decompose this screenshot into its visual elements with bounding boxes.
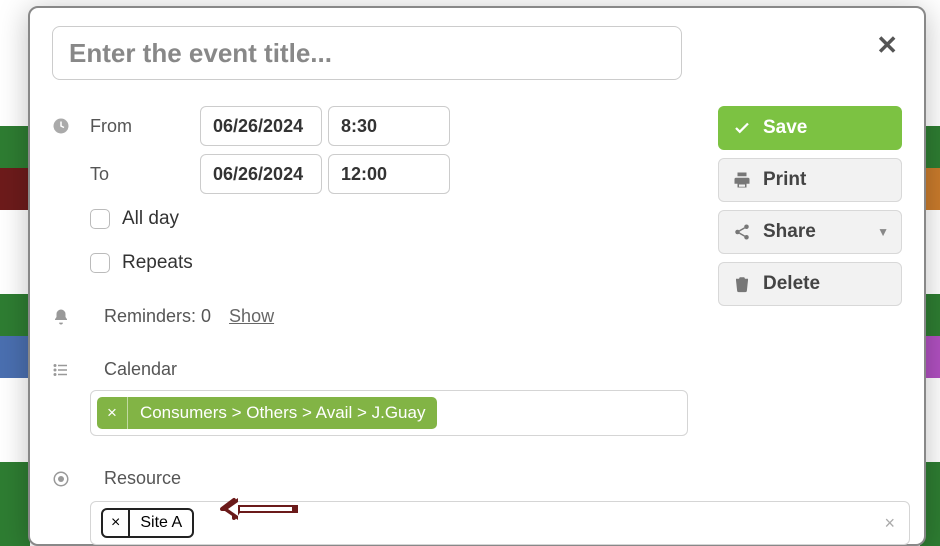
calendar-label: Calendar xyxy=(104,359,177,380)
from-time-input[interactable] xyxy=(328,106,450,146)
delete-button[interactable]: Delete xyxy=(718,262,902,306)
printer-icon xyxy=(733,171,751,189)
resource-tag-text: Site A xyxy=(130,510,192,536)
print-button-label: Print xyxy=(763,169,806,191)
reminders-label: Reminders: 0 xyxy=(104,306,211,327)
calendar-tag-remove-icon[interactable]: × xyxy=(97,397,128,429)
clock-icon xyxy=(52,117,90,135)
from-date-input[interactable] xyxy=(200,106,322,146)
radio-icon xyxy=(52,470,90,488)
chevron-down-icon: ▼ xyxy=(877,225,889,239)
to-label: To xyxy=(90,164,200,185)
calendar-tag-text: Consumers > Others > Avail > J.Guay xyxy=(128,397,438,429)
reminders-show-link[interactable]: Show xyxy=(229,306,274,327)
calendar-picker[interactable]: × Consumers > Others > Avail > J.Guay xyxy=(90,390,688,436)
all-day-label: All day xyxy=(122,208,179,230)
resource-clear-icon[interactable]: × xyxy=(884,513,895,534)
event-title-input[interactable] xyxy=(52,26,682,80)
resource-label: Resource xyxy=(104,468,181,489)
share-button[interactable]: Share ▼ xyxy=(718,210,902,254)
repeats-label: Repeats xyxy=(122,252,193,274)
trash-icon xyxy=(733,275,751,293)
share-icon xyxy=(733,223,751,241)
to-time-input[interactable] xyxy=(328,154,450,194)
resource-tag-remove-icon[interactable]: × xyxy=(103,510,130,536)
calendar-tag: × Consumers > Others > Avail > J.Guay xyxy=(97,397,437,429)
repeats-checkbox[interactable] xyxy=(90,253,110,273)
share-button-label: Share xyxy=(763,221,816,243)
list-icon xyxy=(52,361,90,379)
check-icon xyxy=(733,119,751,137)
resource-tag: × Site A xyxy=(101,508,194,538)
save-button[interactable]: Save xyxy=(718,106,902,150)
delete-button-label: Delete xyxy=(763,273,820,295)
save-button-label: Save xyxy=(763,117,807,139)
to-date-input[interactable] xyxy=(200,154,322,194)
all-day-checkbox[interactable] xyxy=(90,209,110,229)
event-dialog: ✕ From To xyxy=(28,6,926,546)
resource-picker[interactable]: × Site A × xyxy=(90,501,910,545)
from-label: From xyxy=(90,116,200,137)
print-button[interactable]: Print xyxy=(718,158,902,202)
bell-icon xyxy=(52,308,90,326)
close-icon[interactable]: ✕ xyxy=(876,32,898,58)
